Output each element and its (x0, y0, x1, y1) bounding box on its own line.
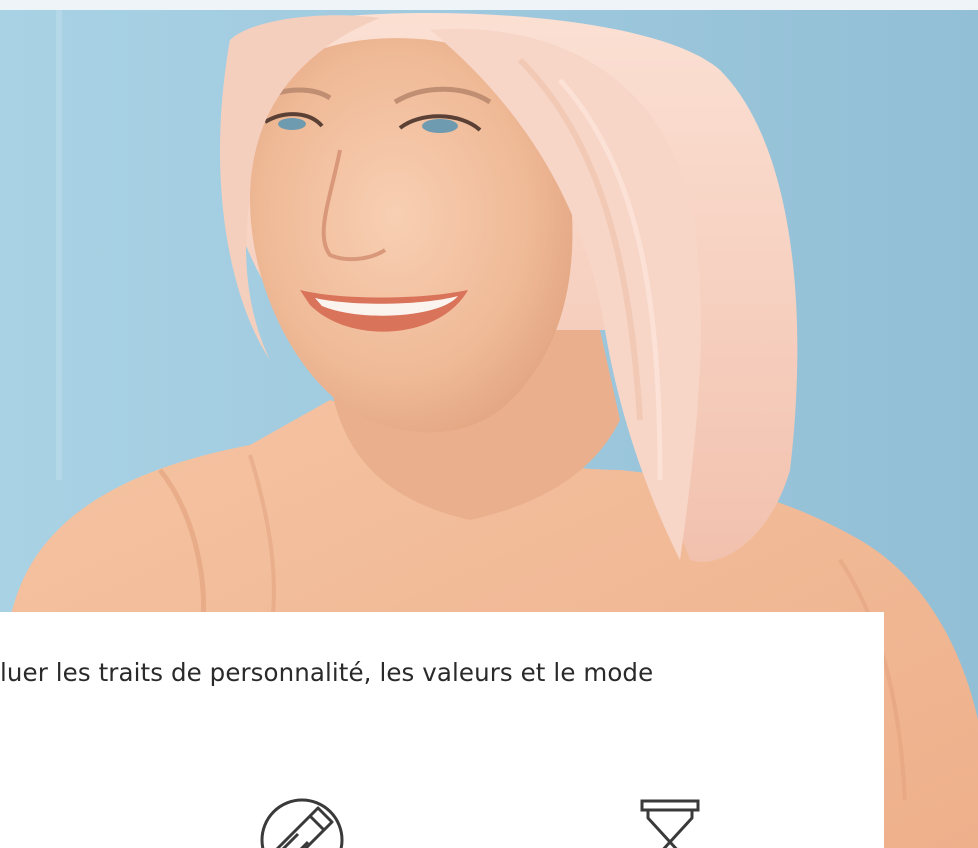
info-card: luer les traits de personnalité, les val… (0, 612, 884, 848)
card-description: luer les traits de personnalité, les val… (0, 658, 654, 687)
hourglass-icon (640, 799, 700, 848)
pen-nib-icon (260, 798, 344, 848)
